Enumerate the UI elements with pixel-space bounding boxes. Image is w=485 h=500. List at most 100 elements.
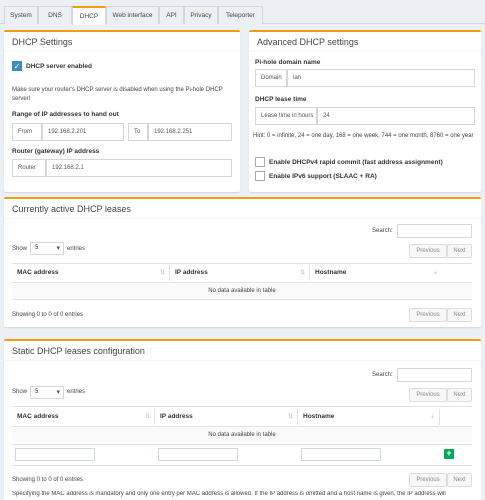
router-section-label: Router (gateway) IP address <box>12 148 100 155</box>
dhcp-settings-title: DHCP Settings <box>12 37 73 47</box>
static-col-mac-label: MAC address <box>17 413 59 420</box>
active-next-button-bottom[interactable]: Next <box>447 308 472 322</box>
range-label: Range of IP addresses to hand out <box>12 111 119 118</box>
static-search-label: Search: <box>372 372 393 378</box>
active-page-size-value: 5 <box>35 245 39 251</box>
tab-api[interactable]: API <box>159 6 184 24</box>
static-table-bottom-border <box>12 465 472 466</box>
sort-icon: ⇅ <box>287 414 293 420</box>
static-show-label: Show <box>12 389 28 395</box>
static-table-top-border <box>12 406 472 407</box>
static-col-hostname-label: Hostname <box>303 413 335 420</box>
active-col-hostname-label: Hostname <box>315 269 347 276</box>
sort-icon: ⇅ <box>159 270 165 276</box>
active-previous-button-bottom[interactable]: Previous <box>409 308 447 322</box>
active-next-button[interactable]: Next <box>447 244 472 258</box>
static-ip-input[interactable] <box>158 448 238 461</box>
static-entries-label: entries <box>67 389 86 395</box>
dhcp-enabled-label: DHCP server enabled <box>26 63 92 70</box>
static-row-border <box>12 444 472 445</box>
static-previous-button[interactable]: Previous <box>409 388 447 402</box>
lease-input[interactable]: 24 <box>317 107 475 125</box>
domain-addon: Domain <box>255 69 287 87</box>
static-leases-header: Static DHCP leases configuration <box>4 341 481 361</box>
active-col-ip[interactable]: IP address ⇅ <box>170 265 310 281</box>
caret-down-icon: ▾ <box>56 389 60 396</box>
static-col-ip[interactable]: IP address ⇅ <box>155 409 298 425</box>
static-info: Showing 0 to 0 of 0 entries <box>12 477 84 483</box>
advanced-dhcp-box: Advanced DHCP settings Pi-hole domain na… <box>249 30 481 192</box>
rapid-commit-label: Enable DHCPv4 rapid commit (fast address… <box>269 159 443 166</box>
active-previous-button[interactable]: Previous <box>409 244 447 258</box>
check-icon: ✓ <box>13 62 21 71</box>
active-info: Showing 0 to 0 of 0 entries <box>12 312 84 318</box>
active-leases-header: Currently active DHCP leases <box>4 199 481 219</box>
active-col-mac[interactable]: MAC address ⇅ <box>12 265 170 281</box>
active-search-input[interactable] <box>397 224 472 238</box>
domain-section-label: Pi-hole domain name <box>255 59 321 66</box>
sort-alpha-icon: ⇣ <box>429 414 435 420</box>
tab-system[interactable]: System <box>4 6 38 24</box>
settings-tabs: System DNS DHCP Web interface API Privac… <box>0 0 485 25</box>
static-next-button[interactable]: Next <box>447 388 472 402</box>
active-leases-title: Currently active DHCP leases <box>12 204 131 214</box>
active-entries-label: entries <box>67 246 86 252</box>
static-previous-button-bottom[interactable]: Previous <box>409 473 447 487</box>
sort-alpha-icon: ⇣ <box>432 270 438 276</box>
range-to-input[interactable]: 192.168.2.251 <box>148 123 232 141</box>
static-leases-title: Static DHCP leases configuration <box>12 346 145 356</box>
sort-icon: ⇅ <box>299 270 305 276</box>
range-from-input[interactable]: 192.168.2.201 <box>42 123 124 141</box>
active-page-size-select[interactable]: 5 ▾ <box>30 242 64 255</box>
ipv6-label: Enable IPv6 support (SLAAC + RA) <box>269 173 377 180</box>
tab-dns[interactable]: DNS <box>38 6 72 24</box>
static-col-hostname[interactable]: Hostname ⇣ <box>298 409 440 425</box>
router-addon: Router <box>12 159 46 177</box>
lease-section-label: DHCP lease time <box>255 96 307 103</box>
static-page-size-value: 5 <box>35 389 39 395</box>
active-col-hostname[interactable]: Hostname ⇣ <box>310 265 442 281</box>
static-hostname-input[interactable] <box>301 448 381 461</box>
static-empty-row: No data available in table <box>12 428 472 442</box>
advanced-dhcp-title: Advanced DHCP settings <box>257 37 359 47</box>
static-col-ip-label: IP address <box>160 413 193 420</box>
ipv6-checkbox[interactable] <box>255 171 265 181</box>
tab-web-interface[interactable]: Web interface <box>106 6 159 24</box>
static-footer-note: Specifying the MAC address is mandatory … <box>12 491 446 497</box>
dhcp-settings-header: DHCP Settings <box>4 32 240 52</box>
from-addon: From <box>12 123 42 141</box>
add-static-lease-button[interactable]: + <box>444 449 454 459</box>
active-leases-box: Currently active DHCP leases Search: Sho… <box>4 197 481 327</box>
dhcp-help-text: Make sure your router's DHCP server is d… <box>12 87 223 102</box>
domain-input[interactable]: lan <box>287 69 475 87</box>
sort-icon: ⇅ <box>144 414 150 420</box>
active-show-label: Show <box>12 246 28 252</box>
active-col-mac-label: MAC address <box>17 269 59 276</box>
static-leases-box: Static DHCP leases configuration Search:… <box>4 339 481 500</box>
active-header-border <box>12 282 472 283</box>
static-page-size-select[interactable]: 5 ▾ <box>30 386 64 399</box>
advanced-dhcp-header: Advanced DHCP settings <box>249 32 481 52</box>
caret-down-icon: ▾ <box>56 245 60 252</box>
active-table-top-border <box>12 263 472 264</box>
static-search-input[interactable] <box>397 368 472 382</box>
static-mac-input[interactable] <box>15 448 95 461</box>
active-col-ip-label: IP address <box>175 269 208 276</box>
tab-dhcp[interactable]: DHCP <box>72 6 106 25</box>
static-header-border <box>12 426 472 427</box>
lease-hint: Hint: 0 = infinite, 24 = one day, 168 = … <box>253 133 474 139</box>
rapid-commit-checkbox[interactable] <box>255 157 265 167</box>
tab-privacy[interactable]: Privacy <box>184 6 218 24</box>
static-col-mac[interactable]: MAC address ⇅ <box>12 409 155 425</box>
active-empty-row: No data available in table <box>12 284 472 298</box>
dhcp-enabled-checkbox[interactable]: ✓ <box>12 61 22 71</box>
active-table-bottom-border <box>12 299 472 300</box>
tab-teleporter[interactable]: Teleporter <box>218 6 263 24</box>
to-addon: To <box>128 123 148 141</box>
active-search-label: Search: <box>372 228 393 234</box>
router-input[interactable]: 192.168.2.1 <box>46 159 232 177</box>
dhcp-settings-box: DHCP Settings ✓ DHCP server enabled Make… <box>4 30 240 192</box>
lease-addon: Lease time in hours <box>255 107 317 125</box>
plus-icon: + <box>446 448 452 458</box>
static-next-button-bottom[interactable]: Next <box>447 473 472 487</box>
